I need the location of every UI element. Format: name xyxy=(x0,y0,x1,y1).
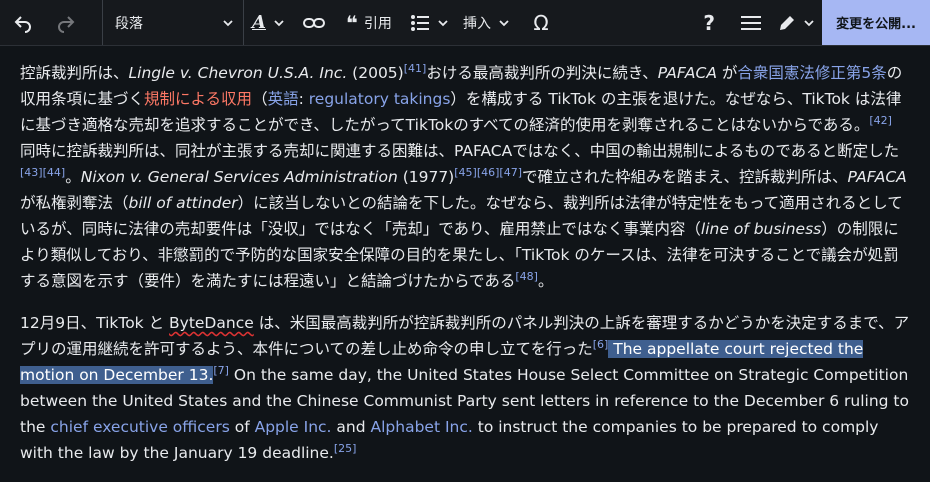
text-run: 。 xyxy=(65,168,81,186)
reference-link[interactable]: [43] xyxy=(20,166,43,179)
text-run: 同時に控訴裁判所は、同社が主張する売却に関連する困難は、PAFACAではなく、中… xyxy=(20,142,900,160)
reference-link[interactable]: [25] xyxy=(334,442,357,455)
wiki-link[interactable]: chief executive officers xyxy=(50,418,229,436)
wiki-link[interactable]: Alphabet Inc. xyxy=(371,418,473,436)
text-style-icon: A xyxy=(252,12,266,33)
chevron-down-icon xyxy=(438,19,448,26)
italic-text: bill of attinder xyxy=(128,194,238,212)
paragraph-2: 12月9日、TikTok と ByteDance は、米国最高裁判所が控訴裁判所… xyxy=(20,310,912,466)
undo-button[interactable] xyxy=(0,0,46,45)
reference-link[interactable]: [41] xyxy=(404,62,427,75)
text-run: 控訴裁判所は、 xyxy=(20,64,129,82)
reference-link[interactable]: [46] xyxy=(477,166,500,179)
text-run: of xyxy=(229,418,255,436)
paragraph-1: 控訴裁判所は、Lingle v. Chevron U.S.A. Inc. (20… xyxy=(20,60,912,294)
reference-link[interactable]: [7] xyxy=(213,364,229,377)
list-dropdown[interactable] xyxy=(404,0,456,45)
reference-link[interactable]: [45] xyxy=(454,166,477,179)
bulleted-list-icon xyxy=(411,14,429,31)
chevron-down-icon xyxy=(499,19,509,26)
wiki-link[interactable]: 英語 xyxy=(268,90,299,108)
wiki-link[interactable]: 合衆国憲法修正第5条 xyxy=(737,64,886,82)
italic-text: Nixon v. General Services Administration xyxy=(80,168,398,186)
text-run: が xyxy=(716,64,738,82)
text-style-dropdown[interactable]: A xyxy=(244,0,294,45)
text-run: 。 xyxy=(537,272,554,290)
omega-icon: Ω xyxy=(533,10,549,35)
article-content: 控訴裁判所は、Lingle v. Chevron U.S.A. Inc. (20… xyxy=(20,60,912,482)
help-button[interactable]: ? xyxy=(688,0,730,45)
italic-text: Lingle v. Chevron U.S.A. Inc. xyxy=(128,64,348,82)
insert-label: 挿入 xyxy=(463,15,491,32)
text-run: (2005) xyxy=(347,64,404,82)
text-run: （ xyxy=(252,90,268,108)
italic-text: PAFACA xyxy=(847,168,907,186)
wiki-link[interactable]: regulatory takings xyxy=(309,90,451,108)
publish-changes-button[interactable]: 変更を公開... xyxy=(822,0,930,45)
redo-button[interactable] xyxy=(46,0,86,45)
reference-link[interactable]: [48] xyxy=(515,270,538,283)
wiki-link[interactable]: Apple Inc. xyxy=(255,418,332,436)
link-icon xyxy=(303,17,325,28)
history-group xyxy=(0,0,102,45)
chevron-down-icon xyxy=(274,19,284,26)
chevron-down-icon xyxy=(223,19,233,26)
cite-button[interactable]: ❝ 引用 xyxy=(334,0,404,45)
reference-link[interactable]: [47] xyxy=(499,166,522,179)
quote-icon: ❝ xyxy=(346,10,358,35)
paragraph-format-label: 段落 xyxy=(115,15,143,32)
link-button[interactable] xyxy=(294,0,334,45)
text-run: で確立された枠組みを踏まえ、控訴裁判所は、 xyxy=(522,168,848,186)
insert-dropdown[interactable]: 挿入 xyxy=(456,0,518,45)
pencil-icon xyxy=(780,15,795,30)
page-options-button[interactable] xyxy=(730,0,772,45)
red-link[interactable]: 規制による収用 xyxy=(144,90,252,108)
reference-link[interactable]: [42] xyxy=(869,114,892,127)
reference-link[interactable]: [44] xyxy=(43,166,66,179)
spellcheck-text: ByteDance xyxy=(169,314,254,332)
edit-mode-dropdown[interactable] xyxy=(772,0,822,45)
text-run: が私権剥奪法（ xyxy=(20,194,129,212)
chevron-down-icon xyxy=(804,19,814,26)
redo-icon xyxy=(58,15,75,33)
menu-icon xyxy=(741,15,762,30)
reference-link[interactable]: [6] xyxy=(593,338,609,351)
help-icon: ? xyxy=(703,10,715,35)
italic-text: PAFACA xyxy=(657,64,717,82)
text-run: and xyxy=(331,418,371,436)
editor-toolbar: 段落 A ❝ 引用 挿入 Ω ? 変更を公開... xyxy=(0,0,930,46)
undo-icon xyxy=(14,15,31,33)
text-run: : xyxy=(298,90,309,108)
text-run: おける最高裁判所の判決に続き、 xyxy=(426,64,658,82)
special-character-button[interactable]: Ω xyxy=(518,0,564,45)
text-run: 12月9日、TikTok と xyxy=(20,314,170,332)
cite-label: 引用 xyxy=(363,15,392,32)
italic-text: line of business xyxy=(700,220,822,238)
publish-label: 変更を公開... xyxy=(836,17,916,32)
text-run: (1977) xyxy=(397,168,455,186)
paragraph-format-dropdown[interactable]: 段落 xyxy=(103,0,243,45)
